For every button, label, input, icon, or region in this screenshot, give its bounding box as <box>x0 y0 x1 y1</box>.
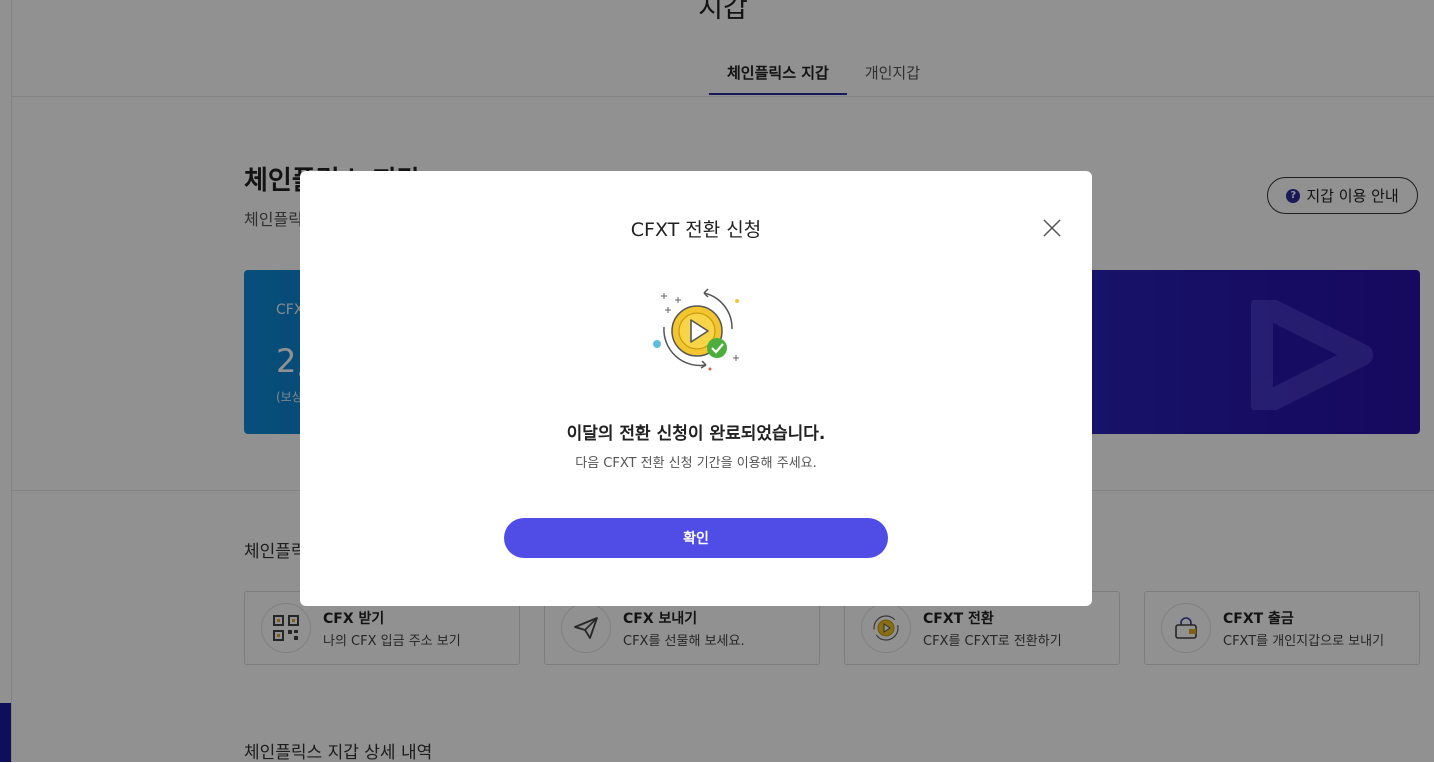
close-icon[interactable] <box>1041 217 1063 239</box>
conversion-modal: CFXT 전환 신청 이달의 전환 신청이 완료되었습니다. 다음 CFXT 전… <box>300 171 1092 606</box>
modal-message: 이달의 전환 신청이 완료되었습니다. <box>566 424 826 444</box>
conversion-complete-icon <box>653 288 739 371</box>
confirm-button[interactable]: 확인 <box>504 518 888 558</box>
modal-title: CFXT 전환 신청 <box>630 219 762 241</box>
modal-sub-message: 다음 CFXT 전환 신청 기간을 이용해 주세요. <box>575 456 817 471</box>
